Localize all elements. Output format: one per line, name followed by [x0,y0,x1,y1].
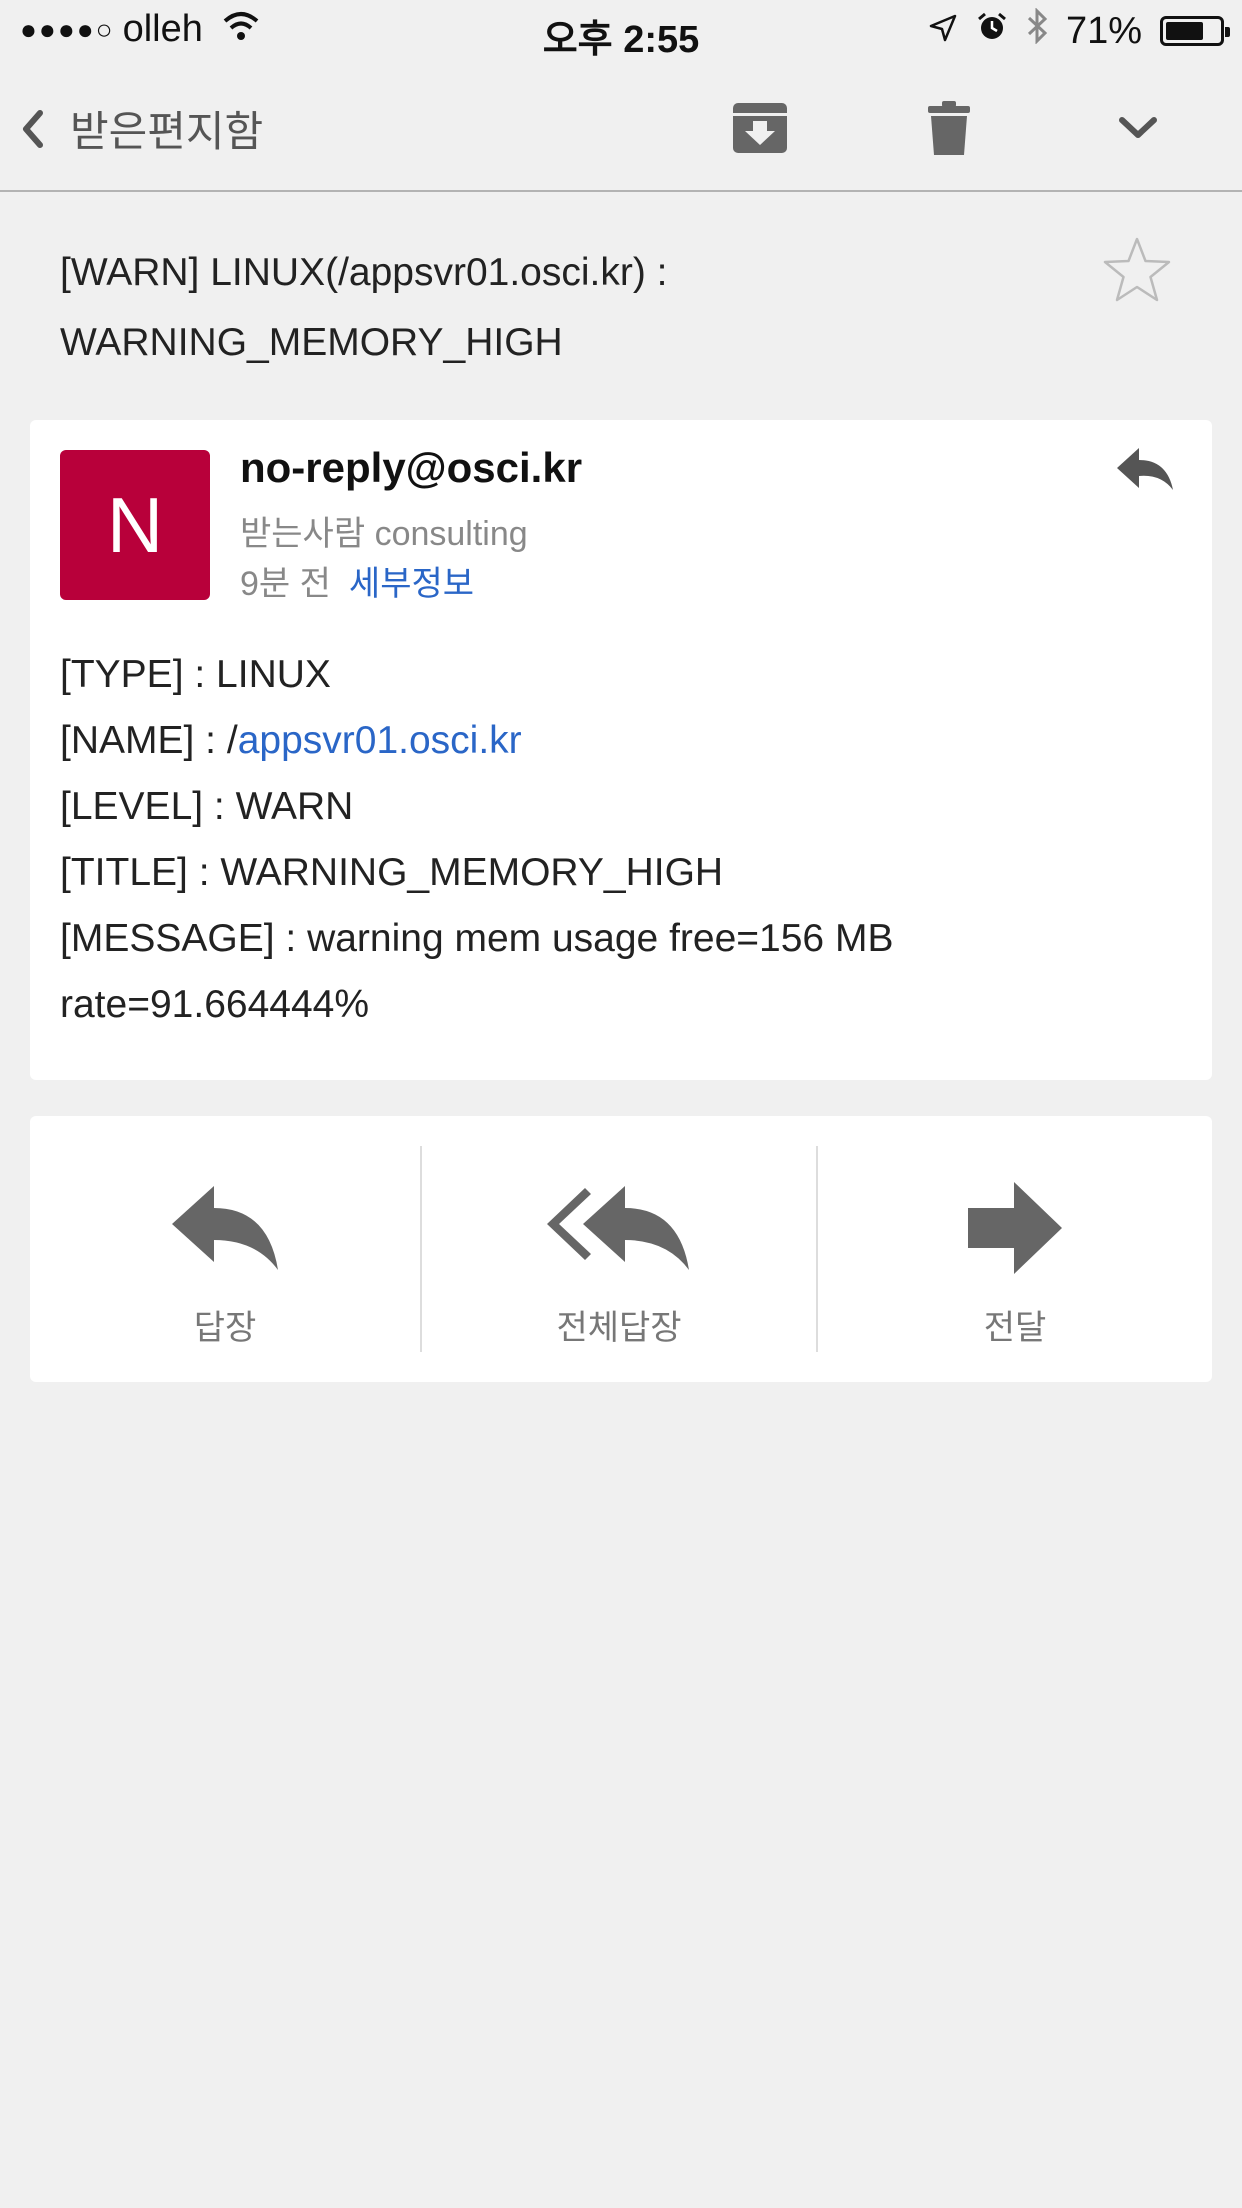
forward-button[interactable]: 전달 [818,1146,1212,1352]
bluetooth-icon [1026,7,1048,54]
archive-icon [733,103,787,153]
forward-arrow-icon [968,1182,1062,1274]
nav-bar: 받은편지함 [0,62,1242,192]
battery-fill [1166,22,1203,40]
reply-icon [172,1186,278,1270]
reply-all-label: 전체답장 [556,1309,682,1347]
details-link[interactable]: 세부정보 [349,556,474,605]
battery-icon [1160,16,1230,46]
back-button[interactable]: 받은편지함 [18,98,263,159]
avatar-letter: N [106,480,164,569]
body-rate-line: rate=91.664444% [60,983,370,1026]
reply-icon [1117,448,1173,490]
reply-icon-wrap [170,1168,280,1288]
sender-address[interactable]: no-reply@osci.kr [240,444,582,492]
forward-label: 전달 [983,1309,1047,1347]
status-bar: ●●●●○ olleh 오후 2:55 71% [0,0,1242,62]
trash-icon [928,101,970,155]
reply-all-icon-wrap [545,1168,693,1288]
reply-button[interactable]: 답장 [30,1146,420,1352]
subject-line-2: WARNING_MEMORY_HIGH [60,321,563,364]
chevron-down-icon [1119,117,1157,138]
subject-line-1: [WARN] LINUX(/appsvr01.osci.kr) : [60,251,668,294]
forward-icon-wrap [966,1168,1064,1288]
location-arrow-icon [928,10,958,53]
chevron-left-icon [23,109,43,148]
email-subject: [WARN] LINUX(/appsvr01.osci.kr) : WARNIN… [60,238,1060,378]
body-level-line: [LEVEL] : WARN [60,785,354,828]
status-right: 71% [928,7,1230,54]
battery-percent: 71% [1065,9,1142,52]
more-options-button[interactable] [1106,96,1170,160]
star-button[interactable] [1102,236,1172,309]
sender-avatar: N [60,450,210,600]
message-card: N no-reply@osci.kr 받는사람 consulting 9분 전 … [30,420,1212,1080]
star-icon [1103,237,1171,302]
body-name-prefix: [NAME] : / [60,719,238,762]
delete-button[interactable] [917,96,981,160]
reply-label: 답장 [193,1309,257,1347]
back-label: 받은편지함 [70,108,264,155]
action-card: 답장 전체답장 전달 [30,1116,1212,1382]
body-title-line: [TITLE] : WARNING_MEMORY_HIGH [60,851,724,894]
alarm-icon [976,10,1008,53]
body-name-line: [NAME] : /appsvr01.osci.kr [60,708,1180,774]
recipient-line: 받는사람 consulting [240,515,528,553]
body-type-line: [TYPE] : LINUX [60,653,331,696]
host-link[interactable]: appsvr01.osci.kr [238,719,522,762]
battery-tip [1225,27,1230,37]
reply-all-icon [547,1186,689,1270]
archive-button[interactable] [728,96,792,160]
body-message-line: [MESSAGE] : warning mem usage free=156 M… [60,917,894,960]
reply-all-button[interactable]: 전체답장 [422,1146,816,1352]
time-line: 9분 전 세부정보 [240,556,474,605]
email-body: [TYPE] : LINUX [NAME] : /appsvr01.osci.k… [60,642,1180,1038]
quick-reply-button[interactable] [1115,446,1175,499]
time-ago: 9분 전 [240,565,331,603]
email-detail-screen: ●●●●○ olleh 오후 2:55 71% 받은편지함 [WARN] LIN… [0,0,1242,2208]
